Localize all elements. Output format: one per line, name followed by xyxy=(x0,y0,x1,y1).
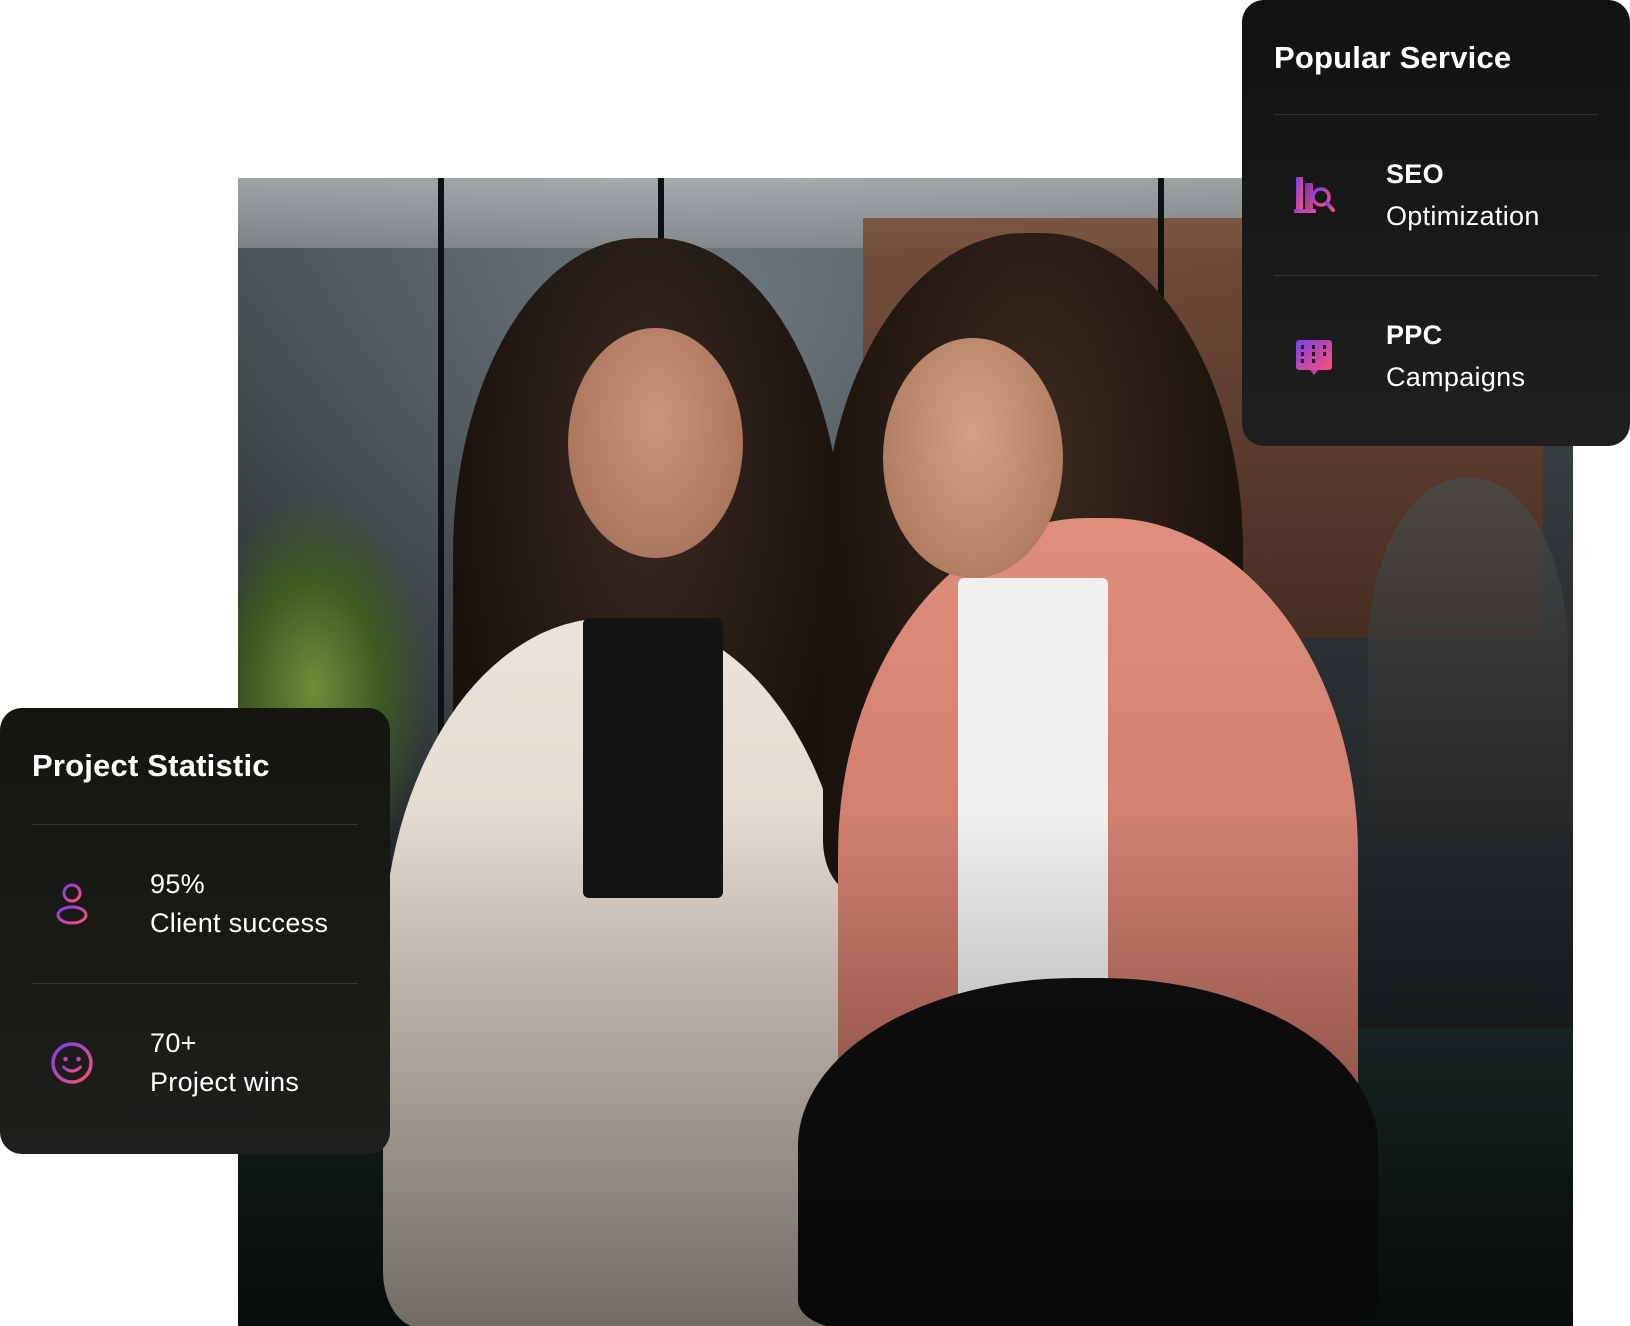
service-name: PPC xyxy=(1386,320,1443,350)
popular-service-card: Popular Service SEO Optimization PPC Cam… xyxy=(1242,0,1630,446)
service-item-seo[interactable]: SEO Optimization xyxy=(1274,115,1598,275)
service-item-seo-text: SEO Optimization xyxy=(1386,153,1540,237)
stat-value: 70+ xyxy=(150,1028,197,1058)
service-item-ppc-text: PPC Campaigns xyxy=(1386,314,1525,398)
seo-search-icon xyxy=(1284,165,1344,225)
ppc-building-icon xyxy=(1284,326,1344,386)
service-detail: Optimization xyxy=(1386,201,1540,231)
smile-icon xyxy=(42,1033,102,1093)
stat-value: 95% xyxy=(150,869,205,899)
stat-item-project-wins: 70+ Project wins xyxy=(32,984,358,1142)
stat-label: Client success xyxy=(150,908,329,938)
service-item-ppc[interactable]: PPC Campaigns xyxy=(1274,276,1598,436)
service-name: SEO xyxy=(1386,159,1444,189)
project-statistic-card: Project Statistic 95% Client success 70+… xyxy=(0,708,390,1154)
popular-service-title: Popular Service xyxy=(1274,40,1512,75)
stat-item-client-success: 95% Client success xyxy=(32,825,358,983)
service-detail: Campaigns xyxy=(1386,362,1526,392)
stat-item-text: 95% Client success xyxy=(150,865,328,943)
stat-item-text: 70+ Project wins xyxy=(150,1024,299,1102)
stat-label: Project wins xyxy=(150,1067,300,1097)
project-statistic-title: Project Statistic xyxy=(32,748,270,783)
user-icon xyxy=(42,874,102,934)
